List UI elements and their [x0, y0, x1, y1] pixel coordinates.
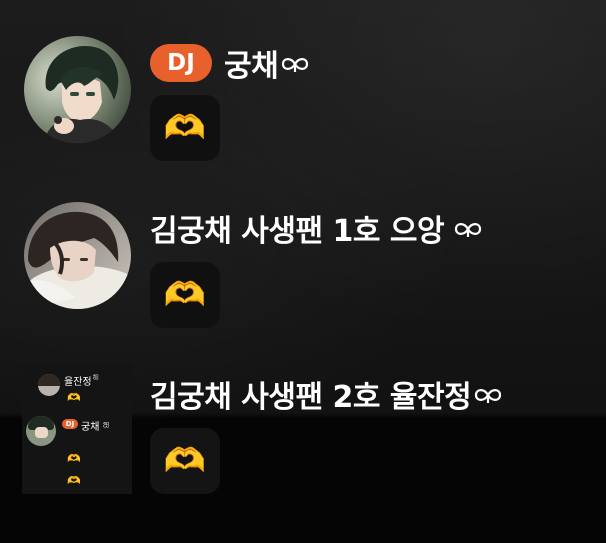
mini-heart-hands-icon: 🫶 — [67, 474, 81, 487]
infinity-heart-icon — [474, 386, 502, 408]
mini-heart-icon: ஐ — [103, 419, 110, 428]
mini-heart-hands-icon: 🫶 — [67, 391, 81, 404]
heart-hands-icon: 🫶 — [163, 441, 207, 481]
reaction-tile[interactable]: 🫶 — [150, 95, 220, 161]
portrait-avatar — [24, 202, 131, 309]
user-name: 김궁채 사생팬 2호 율잔정 — [150, 380, 472, 415]
mini-name: 궁채 — [81, 422, 100, 433]
list-item[interactable]: 율잔정 ஐ 🫶 DJ 궁채 ஐ 🫶 🫶 김궁채 사생팬 2호 율잔정 🫶 — [0, 350, 606, 543]
avatar[interactable] — [24, 202, 131, 309]
mini-heart-hands-icon: 🫶 — [67, 452, 81, 465]
name-line: 김궁채 사생팬 1호 으앙 — [150, 206, 482, 250]
heart-hands-icon: 🫶 — [163, 108, 207, 148]
list-item[interactable]: 김궁채 사생팬 1호 으앙 🫶 — [0, 180, 606, 350]
reaction-tile[interactable]: 🫶 — [150, 262, 220, 328]
mini-avatar — [26, 416, 56, 446]
name-line: DJ 궁채 — [150, 41, 309, 85]
mini-dj-badge: DJ — [62, 419, 78, 429]
avatar[interactable]: 율잔정 ஐ 🫶 DJ 궁채 ஐ 🫶 🫶 — [22, 364, 132, 494]
anime-boy-avatar — [24, 36, 131, 143]
infinity-heart-icon — [454, 220, 482, 242]
name-line: 김궁채 사생팬 2호 율잔정 — [150, 372, 502, 416]
heart-hands-icon: 🫶 — [163, 275, 207, 315]
infinity-heart-icon — [281, 55, 309, 77]
dj-badge: DJ — [150, 44, 212, 82]
mini-name: 율잔정 — [64, 377, 92, 388]
user-name: 김궁채 사생팬 1호 으앙 — [150, 214, 445, 249]
list-item[interactable]: DJ 궁채 🫶 — [0, 0, 606, 180]
mini-heart-icon: ஐ — [93, 372, 99, 380]
reaction-tile[interactable]: 🫶 — [150, 428, 220, 494]
avatar[interactable] — [24, 36, 131, 143]
mini-avatar — [38, 374, 60, 396]
user-name: 궁채 — [224, 49, 279, 84]
